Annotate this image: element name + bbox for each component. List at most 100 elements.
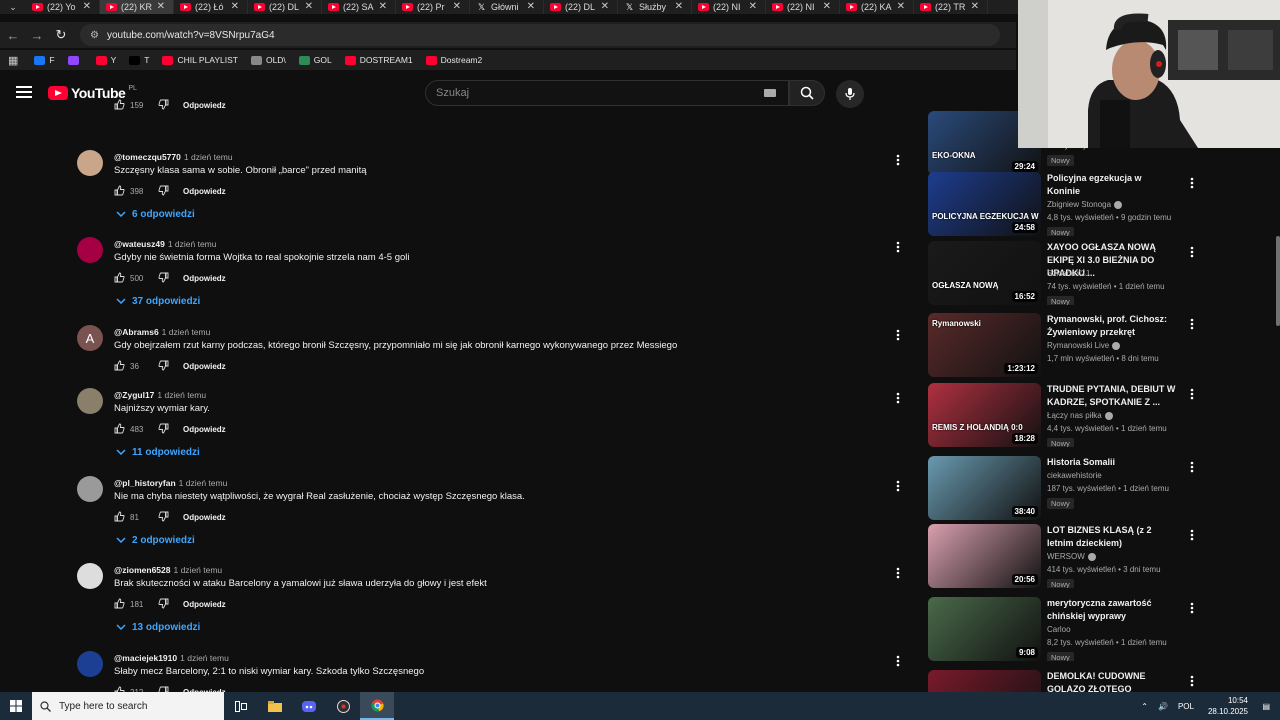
browser-tab[interactable]: (22) KA ✕ <box>840 0 914 14</box>
like-icon[interactable] <box>114 99 125 112</box>
keyboard-icon[interactable] <box>764 89 776 97</box>
tab-close-icon[interactable]: ✕ <box>231 0 239 14</box>
tab-search-chevron-icon[interactable]: ⌄ <box>0 0 26 14</box>
dislike-icon[interactable] <box>158 511 169 524</box>
video-title[interactable]: merytoryczna zawartość chińskiej wyprawy <box>1047 597 1177 623</box>
video-thumbnail[interactable]: REMIS Z HOLANDIĄ 0:0 18:28 <box>928 383 1041 447</box>
channel-name[interactable]: Carloo <box>1047 625 1071 634</box>
reply-button[interactable]: Odpowiedz <box>183 513 226 522</box>
browser-tab[interactable]: (22) Pr ✕ <box>396 0 470 14</box>
file-explorer-icon[interactable] <box>258 692 292 720</box>
comment-time[interactable]: 1 dzień temu <box>173 565 222 575</box>
video-title[interactable]: DEMOLKA! CUDOWNE GOLAZO ZŁOTEGO CHŁOPAKA… <box>1047 670 1177 692</box>
bookmark-item[interactable]: Y <box>95 55 116 65</box>
comment-author[interactable]: @wateusz49 <box>114 239 165 249</box>
tray-chevron-icon[interactable]: ⌃ <box>1141 702 1148 711</box>
browser-tab[interactable]: (22) DL ✕ <box>544 0 618 14</box>
reply-button[interactable]: Odpowiedz <box>183 600 226 609</box>
like-icon[interactable] <box>114 185 125 198</box>
recommended-video[interactable]: DEMOLKA! CUDOWNE GOLAZO ZŁOTEGO CHŁOPAKA… <box>928 670 1218 692</box>
browser-tab[interactable]: (22) NI ✕ <box>692 0 766 14</box>
browser-tab[interactable]: (22) KR ✕ <box>100 0 174 14</box>
view-replies-button[interactable]: 11 odpowiedzi <box>116 447 200 458</box>
tab-close-icon[interactable]: ✕ <box>601 0 609 14</box>
avatar[interactable] <box>77 150 103 176</box>
comment-time[interactable]: 1 dzień temu <box>157 390 206 400</box>
comment-time[interactable]: 1 dzień temu <box>184 152 233 162</box>
tab-close-icon[interactable]: ✕ <box>83 0 91 14</box>
comment-time[interactable]: 1 dzień temu <box>162 327 211 337</box>
more-vert-icon[interactable] <box>1190 317 1194 335</box>
tab-close-icon[interactable]: ✕ <box>305 0 313 14</box>
more-vert-icon[interactable] <box>896 654 902 672</box>
video-thumbnail[interactable]: 38:40 <box>928 456 1041 520</box>
more-vert-icon[interactable] <box>896 153 902 171</box>
like-icon[interactable] <box>114 423 125 436</box>
reply-button[interactable]: Odpowiedz <box>183 274 226 283</box>
recommended-video[interactable]: 9:08 merytoryczna zawartość chińskiej wyp… <box>928 597 1218 661</box>
video-thumbnail[interactable]: Rymanowski 1:23:12 <box>928 313 1041 377</box>
video-thumbnail[interactable]: OGŁASZA NOWĄ 16:52 <box>928 241 1041 305</box>
channel-name[interactable]: SzklanaY2J <box>1047 269 1089 278</box>
reply-button[interactable]: Odpowiedz <box>183 101 226 110</box>
video-thumbnail[interactable]: POLICYJNA EGZEKUCJA W KONINIE24:58 <box>928 172 1041 236</box>
more-vert-icon[interactable] <box>1190 601 1194 619</box>
recommended-video[interactable]: OGŁASZA NOWĄ 16:52 XAYOO OGŁASZA NOWĄ EKIP… <box>928 241 1218 305</box>
bookmark-item[interactable]: T <box>129 55 149 65</box>
reply-button[interactable]: Odpowiedz <box>183 187 226 196</box>
like-icon[interactable] <box>114 511 125 524</box>
more-vert-icon[interactable] <box>1190 460 1194 478</box>
reply-button[interactable]: Odpowiedz <box>183 425 226 434</box>
recommended-video[interactable]: 20:56 LOT BIZNES KLASĄ (z 2 letnim dzieck… <box>928 524 1218 588</box>
video-title[interactable]: Rymanowski, prof. Cichosz: Żywieniowy pr… <box>1047 313 1177 339</box>
avatar[interactable] <box>77 563 103 589</box>
browser-tab[interactable]: (22) SA ✕ <box>322 0 396 14</box>
comment-time[interactable]: 1 dzień temu <box>168 239 217 249</box>
discord-icon[interactable] <box>292 692 326 720</box>
tab-close-icon[interactable]: ✕ <box>157 0 165 14</box>
page-scrollbar[interactable] <box>1276 236 1280 326</box>
taskbar-search-input[interactable] <box>59 700 209 712</box>
bookmark-item[interactable]: Dostream2 <box>425 55 482 65</box>
tab-close-icon[interactable]: ✕ <box>453 0 461 14</box>
more-vert-icon[interactable] <box>1190 674 1194 692</box>
dislike-icon[interactable] <box>158 99 169 112</box>
comment-author[interactable]: @ziomen6528 <box>114 565 170 575</box>
bookmark-item[interactable]: CHIL PLAYLIST <box>162 55 238 65</box>
view-replies-button[interactable]: 2 odpowiedzi <box>116 535 195 546</box>
tab-close-icon[interactable]: ✕ <box>527 0 535 14</box>
comment-author[interactable]: @pl_historyfan <box>114 478 176 488</box>
tab-close-icon[interactable]: ✕ <box>675 0 683 14</box>
comment-time[interactable]: 1 dzień temu <box>179 478 228 488</box>
recommended-video[interactable]: 38:40 Historia Somalii ciekawehistorie 187 … <box>928 456 1218 520</box>
notification-icon[interactable]: ▤ <box>1262 702 1270 711</box>
recommended-video[interactable]: POLICYJNA EGZEKUCJA W KONINIE24:58Policy… <box>928 172 1218 236</box>
browser-tab[interactable]: (22) DL ✕ <box>248 0 322 14</box>
more-vert-icon[interactable] <box>1190 387 1194 405</box>
site-settings-icon[interactable]: ⚙ <box>90 30 99 41</box>
video-title[interactable]: Historia Somalii <box>1047 456 1177 469</box>
tab-close-icon[interactable]: ✕ <box>971 0 979 14</box>
comment-author[interactable]: @maciejek1910 <box>114 653 177 663</box>
clock[interactable]: 10:54 28.10.2025 <box>1208 695 1248 717</box>
reload-icon[interactable]: ↻ <box>50 27 72 43</box>
more-vert-icon[interactable] <box>896 479 902 497</box>
bookmark-item[interactable]: GOL <box>298 55 332 65</box>
browser-tab[interactable]: 𝕏 Służby ✕ <box>618 0 692 14</box>
channel-name[interactable]: Zbigniew Stonoga <box>1047 200 1123 209</box>
more-vert-icon[interactable] <box>1190 528 1194 546</box>
more-vert-icon[interactable] <box>1190 245 1194 263</box>
more-vert-icon[interactable] <box>896 328 902 346</box>
comment-author[interactable]: @Abrams6 <box>114 327 159 337</box>
avatar[interactable] <box>77 651 103 677</box>
bookmark-item[interactable]: OLD\ <box>250 55 286 65</box>
browser-tab[interactable]: 𝕏 Główni ✕ <box>470 0 544 14</box>
speaker-icon[interactable]: 🔊 <box>1158 702 1168 711</box>
view-replies-button[interactable]: 37 odpowiedzi <box>116 296 200 307</box>
task-view-icon[interactable] <box>224 692 258 720</box>
obs-icon[interactable] <box>326 692 360 720</box>
tab-close-icon[interactable]: ✕ <box>897 0 905 14</box>
more-vert-icon[interactable] <box>896 566 902 584</box>
tab-close-icon[interactable]: ✕ <box>823 0 831 14</box>
start-button[interactable] <box>0 692 32 720</box>
